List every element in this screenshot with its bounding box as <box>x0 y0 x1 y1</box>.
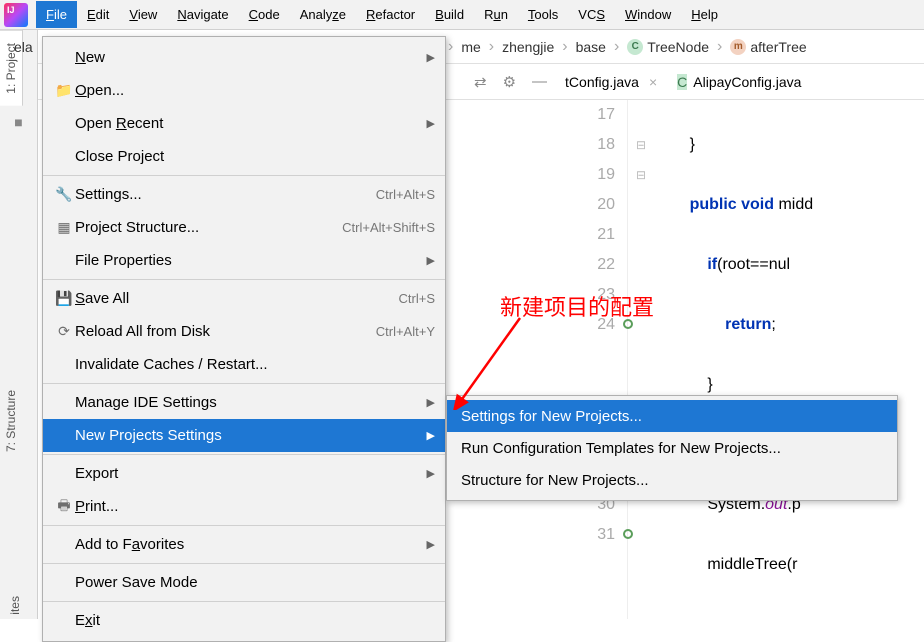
wrench-icon: 🔧 <box>53 186 75 203</box>
breadcrumb-item[interactable]: zhengjie <box>496 39 560 55</box>
tool-stub-tab[interactable]: ites <box>8 596 22 615</box>
class-icon: C <box>627 39 643 55</box>
file-menu-dropdown: New▶ 📁Open... Open Recent▶ Close Project… <box>42 36 446 642</box>
code-content[interactable]: } public void midd if(root==nul return; … <box>654 100 924 619</box>
menu-file-properties[interactable]: File Properties▶ <box>43 244 445 277</box>
menu-build[interactable]: Build <box>425 1 474 28</box>
menu-reload[interactable]: ⟳Reload All from DiskCtrl+Alt+Y <box>43 315 445 348</box>
menu-help[interactable]: Help <box>681 1 728 28</box>
menu-project-structure[interactable]: ▦Project Structure...Ctrl+Alt+Shift+S <box>43 211 445 244</box>
menu-code[interactable]: Code <box>239 1 290 28</box>
chevron-right-icon: › <box>562 38 567 56</box>
menu-new-projects-settings[interactable]: New Projects Settings▶ <box>43 419 445 452</box>
line-number-gutter: 17181920 212223 24 282930 31 <box>578 100 628 619</box>
gear-icon[interactable]: ⚙ <box>495 69 524 95</box>
menu-exit[interactable]: Exit <box>43 604 445 637</box>
chevron-right-icon: › <box>717 38 722 56</box>
menu-manage-ide[interactable]: Manage IDE Settings▶ <box>43 386 445 419</box>
method-icon: m <box>730 39 746 55</box>
chevron-right-icon: › <box>489 38 494 56</box>
left-tool-gutter: 1: Project ■ 7: Structure ites <box>0 30 38 619</box>
run-mark-icon[interactable] <box>623 319 633 329</box>
menu-file[interactable]: File <box>36 1 77 28</box>
fold-gutter: ⊟⊟ ⊟ <box>628 100 654 619</box>
breadcrumb-item[interactable]: me <box>455 39 486 55</box>
submenu-structure-new-projects[interactable]: Structure for New Projects... <box>447 464 897 496</box>
menu-close-project[interactable]: Close Project <box>43 140 445 173</box>
menu-run[interactable]: Run <box>474 1 518 28</box>
menu-favorites[interactable]: Add to Favorites▶ <box>43 528 445 561</box>
menu-save-all[interactable]: 💾Save AllCtrl+S <box>43 282 445 315</box>
menu-power-save[interactable]: Power Save Mode <box>43 566 445 599</box>
menu-new[interactable]: New▶ <box>43 41 445 74</box>
collapse-icon[interactable]: — <box>524 69 555 94</box>
menu-edit[interactable]: Edit <box>77 1 119 28</box>
menu-vcs[interactable]: VCS <box>568 1 615 28</box>
pin-icon[interactable]: ⇄ <box>466 69 495 95</box>
submenu-run-config-templates[interactable]: Run Configuration Templates for New Proj… <box>447 432 897 464</box>
main-menubar: File Edit View Navigate Code Analyze Ref… <box>0 0 924 30</box>
chevron-right-icon: › <box>448 38 453 56</box>
print-icon: 🖶 <box>53 495 75 519</box>
tool-structure-tab[interactable]: 7: Structure <box>0 378 22 464</box>
folder-open-icon: 📁 <box>53 82 75 99</box>
menu-refactor[interactable]: Refactor <box>356 1 425 28</box>
menu-view[interactable]: View <box>119 1 167 28</box>
chevron-right-icon: › <box>614 38 619 56</box>
menu-open[interactable]: 📁Open... <box>43 74 445 107</box>
close-icon[interactable]: × <box>649 74 657 90</box>
breadcrumb-method[interactable]: m afterTree <box>724 39 812 55</box>
new-projects-settings-submenu: Settings for New Projects... Run Configu… <box>446 395 898 501</box>
file-tab[interactable]: C AlipayConfig.java <box>667 68 811 96</box>
structure-icon: ▦ <box>53 219 75 236</box>
class-icon: C <box>677 74 687 90</box>
run-mark-icon[interactable] <box>623 529 633 539</box>
breadcrumb-item[interactable]: base <box>570 39 612 55</box>
reload-icon: ⟳ <box>53 323 75 340</box>
breadcrumb-class[interactable]: C TreeNode <box>621 39 715 55</box>
menu-tools[interactable]: Tools <box>518 1 568 28</box>
menu-settings[interactable]: 🔧Settings...Ctrl+Alt+S <box>43 178 445 211</box>
ide-logo-icon <box>4 3 28 27</box>
submenu-settings-new-projects[interactable]: Settings for New Projects... <box>447 400 897 432</box>
menu-invalidate[interactable]: Invalidate Caches / Restart... <box>43 348 445 381</box>
breadcrumb-stub: ela <box>14 39 33 55</box>
save-icon: 💾 <box>53 290 75 307</box>
folder-icon: ■ <box>0 106 37 138</box>
menu-analyze[interactable]: Analyze <box>290 1 356 28</box>
menu-window[interactable]: Window <box>615 1 681 28</box>
file-tab[interactable]: tConfig.java × <box>555 68 667 96</box>
menu-export[interactable]: Export▶ <box>43 457 445 490</box>
menu-print[interactable]: 🖶Print... <box>43 490 445 523</box>
menu-navigate[interactable]: Navigate <box>167 1 238 28</box>
menu-open-recent[interactable]: Open Recent▶ <box>43 107 445 140</box>
